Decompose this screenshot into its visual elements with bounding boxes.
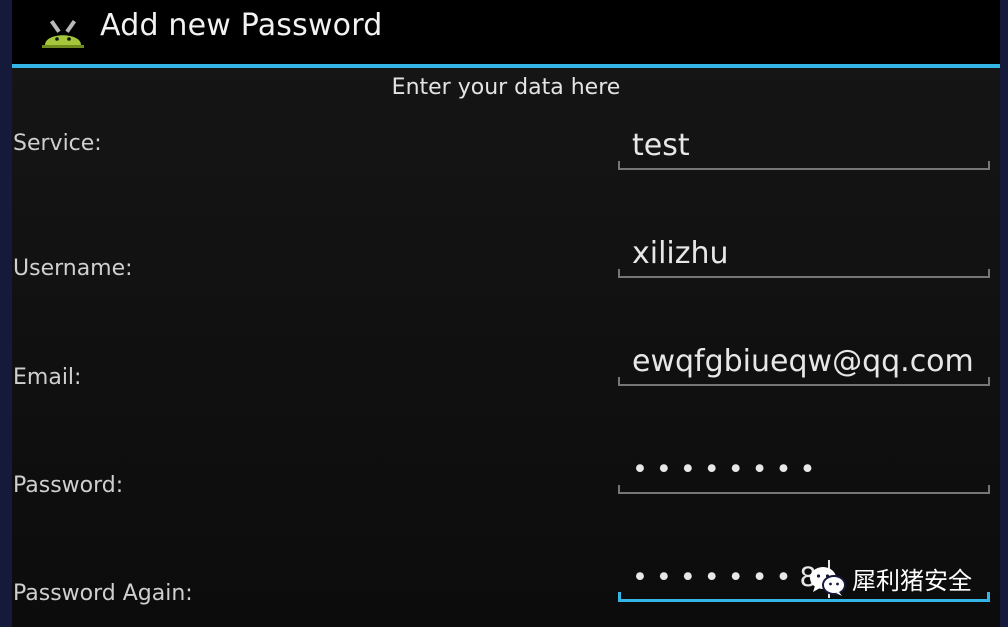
email-field-underline: [618, 377, 990, 386]
username-value: xilizhu: [632, 236, 729, 271]
email-field[interactable]: ewqfgbiueqw@qq.com: [618, 340, 990, 386]
password-again-value-wrap: •••••••8: [632, 556, 830, 600]
password-field[interactable]: ••••••••: [618, 448, 990, 494]
action-bar-divider: [12, 64, 1000, 68]
service-value: test: [632, 128, 690, 163]
password-label: Password:: [13, 473, 124, 498]
action-bar: Add new Password: [12, 0, 1000, 64]
email-label: Email:: [13, 365, 82, 390]
password-field-underline: [618, 485, 990, 494]
app-screen: Add new Password Enter your data here Se…: [12, 0, 1000, 627]
password-again-value: •••••••8: [632, 562, 825, 593]
form-subtitle: Enter your data here: [391, 75, 621, 100]
username-field[interactable]: xilizhu: [618, 232, 990, 278]
page-title: Add new Password: [100, 8, 383, 43]
service-field[interactable]: test: [618, 124, 990, 170]
service-field-underline: [618, 161, 990, 170]
username-field-underline: [618, 269, 990, 278]
service-label: Service:: [13, 131, 102, 156]
wechat-icon: [810, 567, 846, 596]
email-value: ewqfgbiueqw@qq.com: [632, 344, 974, 379]
username-label: Username:: [13, 256, 133, 281]
watermark: 犀利猪安全: [808, 561, 972, 601]
android-icon: [42, 19, 84, 48]
watermark-text: 犀利猪安全: [852, 567, 972, 595]
password-value: ••••••••: [632, 454, 824, 485]
password-again-label: Password Again:: [13, 581, 193, 606]
